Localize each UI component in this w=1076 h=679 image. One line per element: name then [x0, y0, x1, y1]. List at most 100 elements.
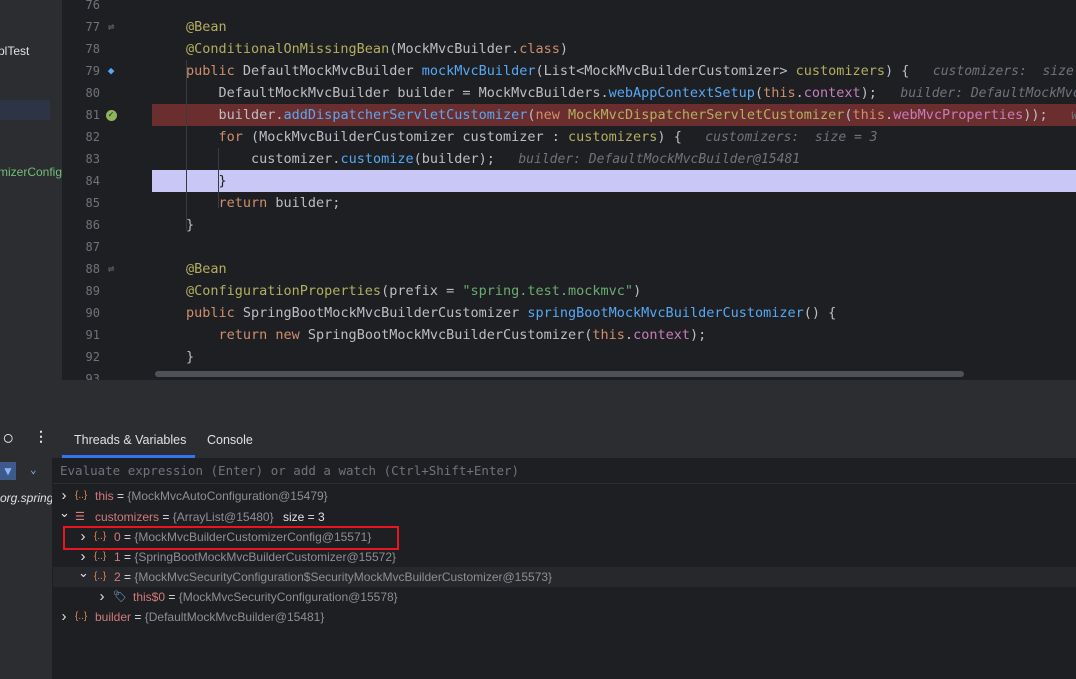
variable-row[interactable]: ⌄ ☰ customizers = {ArrayList@15480} size =…: [53, 505, 1076, 527]
code-token: (MockMvcBuilderCustomizer customizer :: [251, 129, 569, 145]
variables-panel: Evaluate expression (Enter) or add a wat…: [53, 458, 1076, 679]
code-line[interactable]: customizer.customize(builder); builder: …: [152, 148, 1076, 170]
project-item-config[interactable]: mizerConfig: [0, 165, 62, 179]
code-line[interactable]: @Bean: [152, 16, 1076, 38]
chevron-down-icon[interactable]: ⌄: [59, 503, 70, 523]
code-token: SpringBootMockMvcBuilderCustomizer: [242, 305, 528, 321]
line-number[interactable]: 91: [62, 324, 100, 346]
line-number[interactable]: 78: [62, 38, 100, 60]
code-token: new: [535, 107, 569, 123]
code-token: return new: [186, 327, 308, 343]
object-icon: {..}: [94, 571, 107, 582]
frame-item[interactable]: org.spring: [0, 488, 52, 508]
panel-divider: [0, 380, 1076, 422]
line-number[interactable]: 90: [62, 302, 100, 324]
filter-icon[interactable]: ▼: [0, 462, 16, 480]
chevron-down-icon[interactable]: ⌄: [30, 463, 37, 476]
variable-name: 2: [114, 570, 121, 584]
code-token: ));: [1023, 107, 1048, 123]
code-token: ): [559, 41, 569, 57]
rerun-icon[interactable]: ◯: [4, 430, 12, 446]
variable-name: this: [95, 489, 114, 503]
code-token: SpringBootMockMvcBuilderCustomizer(: [307, 327, 593, 343]
code-token: (: [381, 283, 390, 299]
horizontal-scrollbar[interactable]: [155, 371, 964, 377]
line-number[interactable]: 80: [62, 82, 100, 104]
breakpoint-check-icon[interactable]: ✓: [104, 104, 118, 126]
code-line[interactable]: [152, 236, 1076, 258]
code-line[interactable]: }: [152, 214, 1076, 236]
implement-icon[interactable]: ◆: [104, 60, 118, 82]
line-number[interactable]: 84: [62, 170, 100, 192]
current-line[interactable]: }: [152, 170, 1076, 192]
code-token: @Bean: [186, 19, 227, 35]
code-token: ): [633, 283, 642, 299]
line-number[interactable]: 79: [62, 60, 100, 82]
code-token: customizers: [795, 63, 886, 79]
code-token: @ConfigurationProperties: [186, 283, 382, 299]
code-token: class: [519, 41, 560, 57]
code-token: mockMvcBuilder: [421, 63, 536, 79]
evaluate-expression-input[interactable]: Evaluate expression (Enter) or add a wat…: [53, 458, 1076, 484]
more-options-icon[interactable]: ⋮: [34, 429, 48, 445]
variable-value: {DefaultMockMvcBuilder@15481}: [144, 610, 325, 624]
variable-name: builder: [95, 610, 132, 624]
code-line[interactable]: return builder;: [152, 192, 1076, 214]
line-number[interactable]: 82: [62, 126, 100, 148]
variable-row[interactable]: › {..} 1 = {SpringBootMockMvcBuilderCustom…: [53, 547, 1076, 567]
code-token: (builder);: [413, 151, 495, 167]
code-line[interactable]: @ConditionalOnMissingBean(MockMvcBuilder…: [152, 38, 1076, 60]
code-line[interactable]: DefaultMockMvcBuilder builder = MockMvcB…: [152, 82, 1076, 104]
line-number[interactable]: 93: [62, 368, 100, 380]
line-number[interactable]: 77: [62, 16, 100, 38]
breakpoint-line[interactable]: builder.addDispatcherServletCustomizer(n…: [152, 104, 1076, 126]
variable-value: {SpringBootMockMvcBuilderCustomizer@1557…: [134, 550, 397, 564]
bean-icon[interactable]: ⇌: [104, 16, 118, 38]
frames-panel: ▼ ⌄ org.spring: [0, 458, 53, 679]
code-token: addDispatcherServletCustomizer: [283, 107, 528, 123]
line-number[interactable]: 86: [62, 214, 100, 236]
code-editor[interactable]: plTest mizerConfig @Bean @ConditionalOnMi…: [0, 0, 1076, 380]
line-number[interactable]: 83: [62, 148, 100, 170]
line-number[interactable]: 92: [62, 346, 100, 368]
variable-row[interactable]: ⌄ {..} 2 = {MockMvcSecurityConfiguration$S…: [53, 565, 1076, 587]
code-line[interactable]: @Bean: [152, 258, 1076, 280]
inline-debug-value: customizers: size = 3: [932, 64, 1074, 79]
code-line[interactable]: }: [152, 346, 1076, 368]
variable-name: customizers: [95, 510, 160, 524]
indent-guide: [186, 60, 187, 230]
line-number[interactable]: 88: [62, 258, 100, 280]
code-line[interactable]: for (MockMvcBuilderCustomizer customizer…: [152, 126, 1076, 148]
inline-debug-value: builder: DefaultMockMvcBuilder@15481: [900, 86, 1076, 101]
object-icon: {..}: [75, 611, 88, 622]
code-token: return: [186, 195, 276, 211]
project-item-test[interactable]: plTest: [0, 44, 29, 58]
object-icon: {..}: [75, 490, 88, 501]
line-number[interactable]: 87: [62, 236, 100, 258]
variable-row[interactable]: › 🏷 this$0 = {MockMvcSecurityConfiguration…: [53, 587, 1076, 607]
code-line[interactable]: public DefaultMockMvcBuilder mockMvcBuil…: [152, 60, 1076, 82]
variable-row[interactable]: › {..} builder = {DefaultMockMvcBuilder@15…: [53, 607, 1076, 627]
line-number[interactable]: 81: [62, 104, 100, 126]
code-token: }: [186, 217, 195, 233]
code-token: this: [763, 85, 796, 101]
chevron-right-icon[interactable]: ›: [59, 607, 69, 627]
bean-icon[interactable]: ⇌: [104, 258, 118, 280]
code-token: springBootMockMvcBuilderCustomizer: [527, 305, 804, 321]
code-line[interactable]: @ConfigurationProperties(prefix = "sprin…: [152, 280, 1076, 302]
code-line[interactable]: public SpringBootMockMvcBuilderCustomize…: [152, 302, 1076, 324]
code-token: );: [689, 327, 707, 343]
code-line[interactable]: return new SpringBootMockMvcBuilderCusto…: [152, 324, 1076, 346]
tab-console[interactable]: Console: [207, 422, 253, 458]
equals-sign: =: [113, 489, 128, 503]
tab-threads-variables[interactable]: Threads & Variables: [74, 422, 186, 458]
line-number[interactable]: 85: [62, 192, 100, 214]
variable-row[interactable]: › {..} this = {MockMvcAutoConfiguration@15…: [53, 486, 1076, 506]
equals-sign: =: [131, 610, 145, 624]
project-panel: plTest mizerConfig: [0, 0, 62, 380]
line-number[interactable]: 89: [62, 280, 100, 302]
chevron-down-icon[interactable]: ⌄: [78, 563, 89, 583]
line-number[interactable]: 76: [62, 0, 100, 16]
code-line[interactable]: [152, 0, 1076, 16]
chevron-right-icon[interactable]: ›: [97, 587, 107, 607]
